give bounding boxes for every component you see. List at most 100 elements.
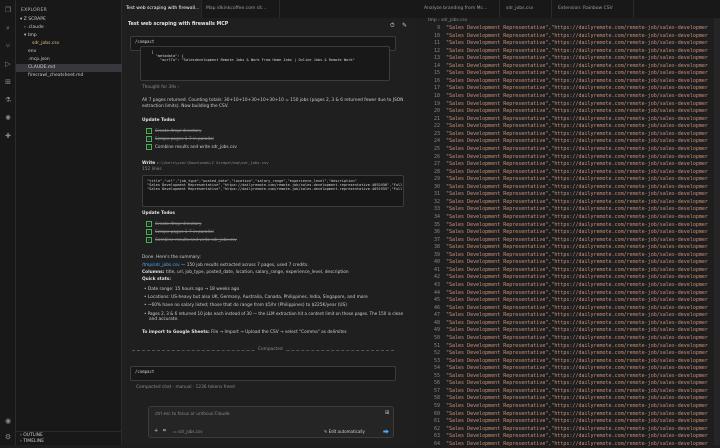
code-line[interactable]: 44 "Sales Development Representative","ht…	[416, 290, 720, 298]
line-text: "Sales Development Representative","http…	[446, 115, 708, 122]
code-line[interactable]: 52 "Sales Development Representative","ht…	[416, 350, 720, 358]
extensions-icon[interactable]: ⊞	[4, 78, 12, 86]
code-line[interactable]: 54 "Sales Development Representative","ht…	[416, 365, 720, 373]
code-line[interactable]: 39 "Sales Development Representative","ht…	[416, 252, 720, 260]
code-line[interactable]: 26 "Sales Development Representative","ht…	[416, 154, 720, 162]
code-line[interactable]: 34 "Sales Development Representative","ht…	[416, 214, 720, 222]
testing-icon[interactable]: ⚗	[4, 96, 12, 104]
code-line[interactable]: 53 "Sales Development Representative","ht…	[416, 358, 720, 366]
code-line[interactable]: 58 "Sales Development Representative","ht…	[416, 395, 720, 403]
code-line[interactable]: 42 "Sales Development Representative","ht…	[416, 274, 720, 282]
chat-input-placeholder[interactable]: ctrl esc to focus or unfocus Claude	[155, 412, 229, 417]
tree-root[interactable]: ▾ Z SCRAPE	[16, 16, 126, 24]
tree-item-cheatsheet[interactable]: firecrawl_cheatsheet.md	[16, 72, 134, 80]
code-line[interactable]: 30 "Sales Development Representative","ht…	[416, 184, 720, 192]
code-line[interactable]: 33 "Sales Development Representative","ht…	[416, 206, 720, 214]
code-line[interactable]: 59 "Sales Development Representative","ht…	[416, 403, 720, 411]
code-line[interactable]: 43 "Sales Development Representative","ht…	[416, 282, 720, 290]
tab-map[interactable]: Map idkinkcoffee.com sit...	[202, 0, 280, 18]
code-line[interactable]: 57 "Sales Development Representative","ht…	[416, 388, 720, 396]
slash-icon[interactable]: ⌗	[163, 428, 166, 434]
mode-selector[interactable]: ✎ Edit automatically	[324, 429, 365, 434]
code-line[interactable]: 20 "Sales Development Representative","ht…	[416, 108, 720, 116]
code-line[interactable]: 18 "Sales Development Representative","ht…	[416, 93, 720, 101]
history-icon[interactable]: ⏱	[390, 22, 395, 30]
code-line[interactable]: 48 "Sales Development Representative","ht…	[416, 320, 720, 328]
code-line[interactable]: 14 "Sales Development Representative","ht…	[416, 63, 720, 71]
code-line[interactable]: 35 "Sales Development Representative","ht…	[416, 222, 720, 230]
code-line[interactable]: 56 "Sales Development Representative","ht…	[416, 380, 720, 388]
code-line[interactable]: 50 "Sales Development Representative","ht…	[416, 335, 720, 343]
code-line[interactable]: 63 "Sales Development Representative","ht…	[416, 433, 720, 441]
source-control-icon[interactable]: ⑂	[4, 42, 12, 50]
line-number: 63	[433, 433, 440, 440]
code-line[interactable]: 9 "Sales Development Representative","htt…	[416, 25, 720, 33]
new-chat-icon[interactable]: ✎	[402, 22, 407, 29]
code-line[interactable]: 64 "Sales Development Representative","ht…	[416, 441, 720, 448]
write-path[interactable]: c:\Users\user\Downloads\Z Scrape\tmp\sdr…	[157, 160, 269, 165]
tree-item-tmp[interactable]: ▾ tmp	[16, 32, 130, 40]
gear-icon[interactable]: ⚙	[4, 433, 12, 441]
code-line[interactable]: 10 "Sales Development Representative","ht…	[416, 33, 720, 41]
tree-item-env[interactable]: env	[16, 48, 134, 56]
chat-title: Test web scraping with firewalls MCP	[128, 22, 229, 27]
code-line[interactable]: 40 "Sales Development Representative","ht…	[416, 259, 720, 267]
tab-extension[interactable]: Extension: Rainbow CSV	[554, 0, 634, 18]
tab-branding[interactable]: Analyze branding from Mc...	[420, 0, 500, 18]
code-line[interactable]: 28 "Sales Development Representative","ht…	[416, 169, 720, 177]
code-line[interactable]: 38 "Sales Development Representative","ht…	[416, 244, 720, 252]
code-line[interactable]: 45 "Sales Development Representative","ht…	[416, 297, 720, 305]
code-line[interactable]: 23 "Sales Development Representative","ht…	[416, 131, 720, 139]
run-debug-icon[interactable]: ▷	[4, 60, 12, 68]
attach-icon[interactable]: ⊞	[385, 410, 389, 416]
tree-item-csv[interactable]: sdr_jobs.csv	[16, 40, 138, 48]
code-line[interactable]: 62 "Sales Development Representative","ht…	[416, 426, 720, 434]
line-number: 30	[433, 183, 440, 190]
code-line[interactable]: 27 "Sales Development Representative","ht…	[416, 161, 720, 169]
tab-csv[interactable]: sdr_jobs.csv	[502, 0, 552, 18]
account-icon[interactable]: ◉	[4, 417, 12, 425]
code-line[interactable]: 31 "Sales Development Representative","ht…	[416, 191, 720, 199]
code-line[interactable]: 25 "Sales Development Representative","ht…	[416, 146, 720, 154]
tab-label: Extension: Rainbow CSV	[558, 6, 613, 11]
breadcrumb-item[interactable]: tmp	[428, 18, 437, 23]
code-line[interactable]: 29 "Sales Development Representative","ht…	[416, 176, 720, 184]
chat-input-box[interactable]: ctrl esc to focus or unfocus Claude ⊞ + …	[148, 406, 394, 438]
code-line[interactable]: 46 "Sales Development Representative","ht…	[416, 305, 720, 313]
tree-item-claude-md[interactable]: CLAUDE.md	[16, 64, 134, 72]
code-line[interactable]: 47 "Sales Development Representative","ht…	[416, 312, 720, 320]
code-line[interactable]: 55 "Sales Development Representative","ht…	[416, 373, 720, 381]
code-line[interactable]: 12 "Sales Development Representative","ht…	[416, 48, 720, 56]
code-line[interactable]: 22 "Sales Development Representative","ht…	[416, 123, 720, 131]
code-line[interactable]: 32 "Sales Development Representative","ht…	[416, 199, 720, 207]
code-line[interactable]: 13 "Sales Development Representative","ht…	[416, 55, 720, 63]
code-line[interactable]: 21 "Sales Development Representative","ht…	[416, 116, 720, 124]
tree-item-claude[interactable]: › .claude	[16, 24, 130, 32]
breadcrumb-item[interactable]: sdr_jobs.csv	[441, 18, 467, 23]
tab-chat[interactable]: Test web scraping with firewall...	[122, 0, 202, 18]
code-line[interactable]: 19 "Sales Development Representative","ht…	[416, 101, 720, 109]
code-line[interactable]: 16 "Sales Development Representative","ht…	[416, 78, 720, 86]
attached-file[interactable]: ▭ sdr_jobs.csv	[173, 429, 202, 434]
code-line[interactable]: 36 "Sales Development Representative","ht…	[416, 229, 720, 237]
files-icon[interactable]: ❐	[4, 6, 12, 14]
tree-item-mcp[interactable]: .mcp.json	[16, 56, 134, 64]
code-line[interactable]: 61 "Sales Development Representative","ht…	[416, 418, 720, 426]
editor-scrollbar[interactable]	[714, 18, 720, 445]
search-icon[interactable]: ⌕	[4, 24, 12, 32]
puzzle-icon[interactable]: ✚	[4, 132, 12, 140]
code-line[interactable]: 51 "Sales Development Representative","ht…	[416, 343, 720, 351]
code-line[interactable]: 17 "Sales Development Representative","ht…	[416, 85, 720, 93]
code-line[interactable]: 49 "Sales Development Representative","ht…	[416, 327, 720, 335]
code-line[interactable]: 24 "Sales Development Representative","ht…	[416, 138, 720, 146]
send-icon[interactable]: ⮕	[383, 427, 389, 436]
code-line[interactable]: 37 "Sales Development Representative","ht…	[416, 237, 720, 245]
claude-icon[interactable]: ✺	[4, 114, 12, 122]
file-link[interactable]: /tmp/sdr_jobs.csv	[142, 263, 180, 268]
thought-label[interactable]: Thought for 39s ›	[142, 85, 179, 90]
add-icon[interactable]: +	[154, 428, 158, 434]
code-line[interactable]: 60 "Sales Development Representative","ht…	[416, 411, 720, 419]
code-line[interactable]: 11 "Sales Development Representative","ht…	[416, 40, 720, 48]
code-line[interactable]: 41 "Sales Development Representative","ht…	[416, 267, 720, 275]
code-line[interactable]: 15 "Sales Development Representative","ht…	[416, 70, 720, 78]
